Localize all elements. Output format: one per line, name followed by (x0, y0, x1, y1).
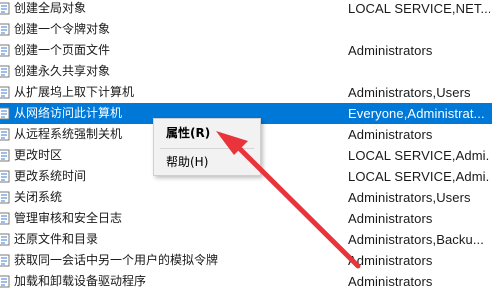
policy-icon (0, 65, 10, 78)
policy-row[interactable]: 获取同一会话中另一个用户的模拟令牌 Administrators (0, 250, 499, 271)
policy-name: 创建全局对象 (14, 1, 87, 15)
menu-item-properties-label: 属性(R) (166, 126, 211, 140)
policy-name: 从扩展坞上取下计算机 (14, 85, 135, 99)
policy-row[interactable]: 管理审核和安全日志 Administrators (0, 208, 499, 229)
policy-name: 加载和卸载设备驱动程序 (14, 274, 147, 288)
policy-icon (0, 107, 10, 120)
policy-row[interactable]: 加载和卸载设备驱动程序 Administrators (0, 271, 499, 292)
security-setting: LOCAL SERVICE,Admi... (348, 148, 490, 163)
policy-row[interactable]: 创建全局对象 LOCAL SERVICE,NET... (0, 0, 499, 19)
policy-name: 创建永久共享对象 (14, 64, 111, 78)
security-setting: Administrators,Users (348, 85, 471, 100)
policy-icon (0, 149, 10, 162)
menu-item-properties[interactable]: 属性(R) (154, 122, 260, 144)
policy-name: 更改系统时间 (14, 169, 87, 183)
policy-row[interactable]: 创建一个令牌对象 (0, 19, 499, 40)
policy-row[interactable]: 创建永久共享对象 (0, 61, 499, 82)
policy-name: 管理审核和安全日志 (14, 211, 123, 225)
policy-icon (0, 254, 10, 267)
policy-row[interactable]: 创建一个页面文件 Administrators (0, 40, 499, 61)
policy-name: 从网络访问此计算机 (14, 106, 123, 120)
policy-row[interactable]: 从扩展坞上取下计算机 Administrators,Users (0, 82, 499, 103)
policy-name: 还原文件和目录 (14, 232, 99, 246)
security-setting: LOCAL SERVICE,Admi... (348, 169, 490, 184)
policy-row[interactable]: 关闭系统 Administrators,Users (0, 187, 499, 208)
policy-icon (0, 2, 10, 15)
menu-item-help-label: 帮助(H) (166, 155, 209, 169)
policy-name: 关闭系统 (14, 190, 63, 204)
policy-name: 获取同一会话中另一个用户的模拟令牌 (14, 253, 219, 267)
security-setting: Administrators (348, 211, 433, 226)
policy-name: 创建一个令牌对象 (14, 22, 111, 36)
security-setting: Administrators (348, 274, 433, 289)
policy-name: 更改时区 (14, 148, 63, 162)
menu-item-help[interactable]: 帮助(H) (154, 151, 260, 173)
policy-icon (0, 212, 10, 225)
menu-separator (160, 148, 254, 149)
policy-icon (0, 44, 10, 57)
security-setting: Administrators,Backu... (348, 232, 484, 247)
policy-row[interactable]: 还原文件和目录 Administrators,Backu... (0, 229, 499, 250)
policy-icon (0, 86, 10, 99)
security-setting: Administrators (348, 127, 433, 142)
policy-icon (0, 23, 10, 36)
policy-icon (0, 170, 10, 183)
context-menu: 属性(R) 帮助(H) (153, 118, 261, 176)
security-setting: LOCAL SERVICE,NET... (348, 1, 490, 16)
policy-icon (0, 275, 10, 288)
policy-icon (0, 191, 10, 204)
security-setting: Administrators (348, 43, 433, 58)
security-setting: Administrators,Users (348, 190, 471, 205)
security-setting: Everyone,Administrat... (348, 106, 485, 121)
policy-icon (0, 233, 10, 246)
policy-name: 创建一个页面文件 (14, 43, 111, 57)
security-setting: Administrators (348, 253, 433, 268)
policy-name: 从远程系统强制关机 (14, 127, 123, 141)
policy-icon (0, 128, 10, 141)
